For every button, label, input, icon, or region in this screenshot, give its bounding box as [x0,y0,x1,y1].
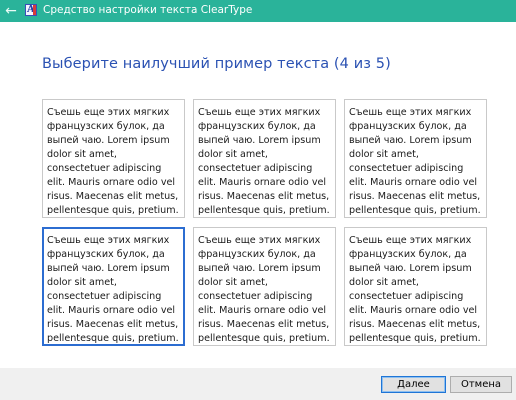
cleartype-app-icon: A [25,4,37,16]
text-sample-4[interactable]: Съешь еще этих мягких французских булок,… [42,227,185,346]
sample-text: Съешь еще этих мягких французских булок,… [349,107,481,216]
sample-text: Съешь еще этих мягких французских булок,… [198,107,330,216]
page-heading: Выберите наилучший пример текста (4 из 5… [42,56,391,72]
sample-text: Съешь еще этих мягких французских булок,… [349,235,481,344]
text-sample-3[interactable]: Съешь еще этих мягких французских булок,… [344,99,487,218]
text-sample-1[interactable]: Съешь еще этих мягких французских булок,… [42,99,185,218]
text-sample-6[interactable]: Съешь еще этих мягких французских булок,… [344,227,487,346]
text-sample-2[interactable]: Съешь еще этих мягких французских булок,… [193,99,336,218]
sample-text: Съешь еще этих мягких французских булок,… [47,107,179,216]
sample-text: Съешь еще этих мягких французских булок,… [47,235,179,344]
next-button[interactable]: Далее [381,376,446,393]
title-bar: ← A Средство настройки текста ClearType [0,0,516,22]
window-title: Средство настройки текста ClearType [43,4,253,16]
cancel-button[interactable]: Отмена [450,376,512,393]
sample-text: Съешь еще этих мягких французских булок,… [198,235,330,344]
text-sample-5[interactable]: Съешь еще этих мягких французских булок,… [193,227,336,346]
back-arrow-icon[interactable]: ← [3,3,19,19]
